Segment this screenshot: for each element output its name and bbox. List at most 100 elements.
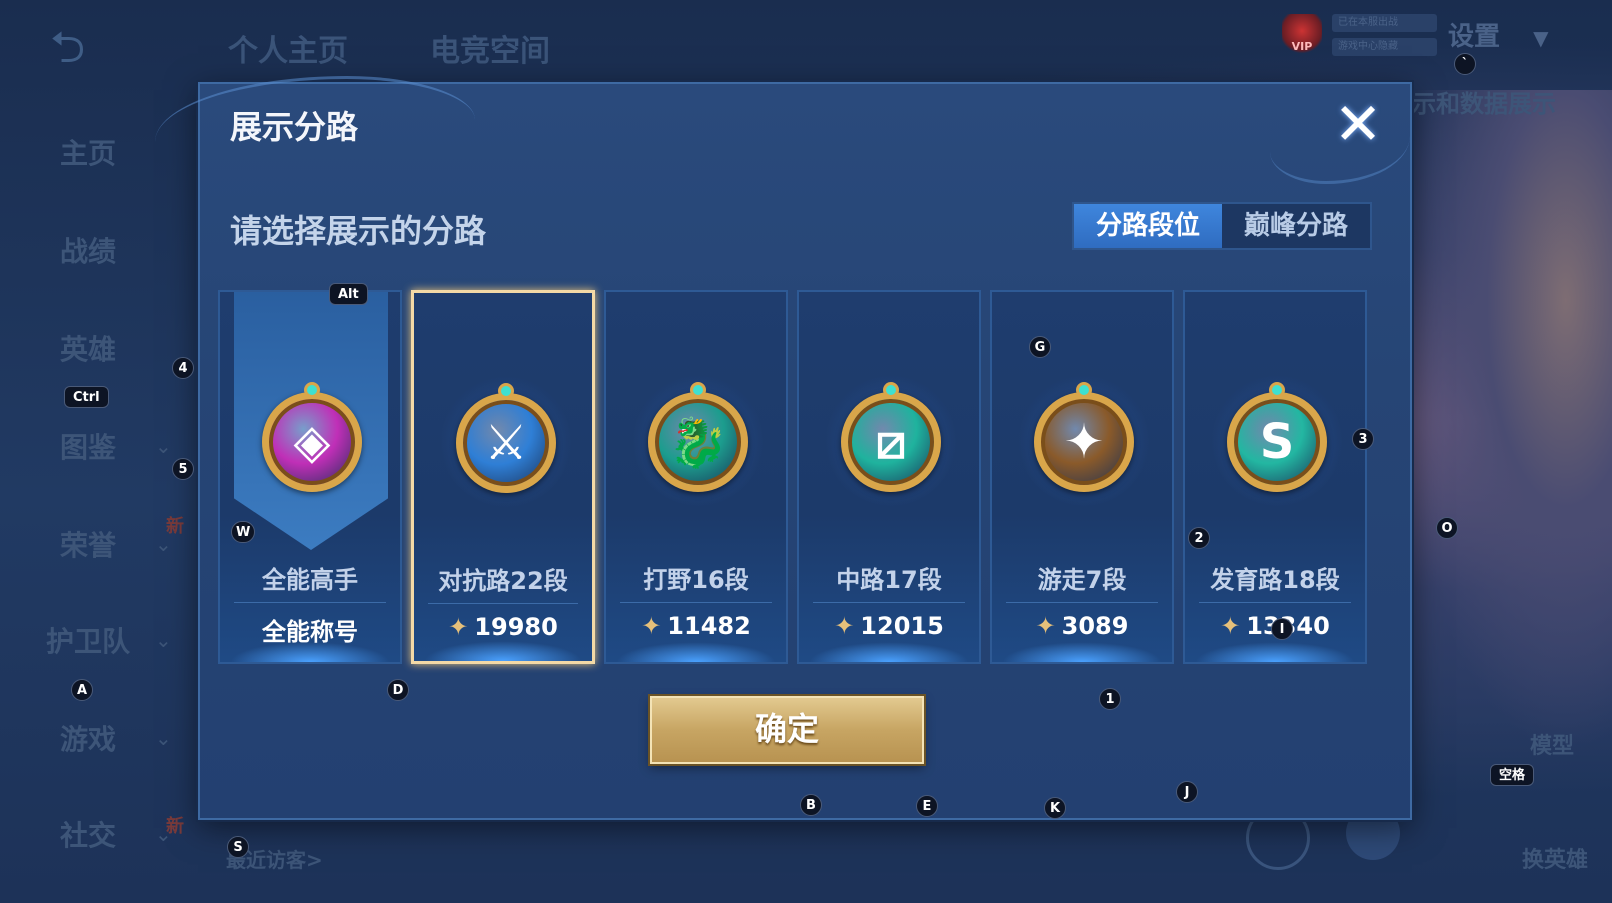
lane-name: 对抗路22段: [438, 567, 568, 595]
chevron-down-icon: ▼: [1533, 26, 1549, 50]
lane-display-dialog: 展示分路 ✕ 请选择展示的分路 分路段位 巅峰分路 ◈ 全能高手 全能称号 ⚔ 对抗路2…: [155, 76, 1412, 820]
confirm-button[interactable]: 确定: [650, 696, 924, 764]
lane-score: ✦ 12015: [799, 612, 979, 640]
lane-card[interactable]: ◈ 全能高手 全能称号: [218, 290, 402, 664]
new-badge-social: 新: [166, 816, 184, 837]
lane-name: 全能高手: [262, 566, 358, 594]
key-hint-badge: O: [1436, 517, 1458, 539]
back-arrow-icon[interactable]: ⮌: [50, 26, 130, 70]
sidebar-item[interactable]: 荣誉: [60, 524, 116, 564]
status-hidden: 游戏中心隐藏: [1332, 38, 1437, 56]
data-display-link[interactable]: 示和数据展示: [1412, 84, 1556, 119]
key-hint-badge: J: [1176, 781, 1198, 803]
card-divider: [234, 602, 386, 603]
lane-card-list: ◈ 全能高手 全能称号 ⚔ 对抗路22段 ✦ 19980 🐉 打野16段 ✦ 11482 ⧄ 中路17段…: [218, 290, 1398, 666]
key-hint-badge: 空格: [1490, 764, 1535, 786]
rank-emblem-icon: 🐉: [648, 392, 748, 492]
lane-name: 中路17段: [836, 566, 942, 594]
key-hint-badge: D: [387, 679, 409, 701]
settings-label: 设置: [1448, 22, 1501, 52]
lane-score: ✦ 11482: [606, 612, 786, 640]
lane-name: 打野16段: [643, 566, 749, 594]
switch-hero-button[interactable]: 换英雄: [1522, 842, 1588, 874]
score-icon: ✦: [834, 612, 855, 640]
emblem-gem: [690, 382, 706, 398]
key-hint-badge: S: [227, 836, 249, 858]
emblem-gem: [304, 382, 320, 398]
key-hint-badge: Ctrl: [64, 386, 109, 408]
dialog-subtitle: 请选择展示的分路: [230, 212, 487, 250]
rank-emblem-icon: ✦: [1034, 392, 1134, 492]
tab-esports-space[interactable]: 电竞空间: [430, 26, 550, 70]
key-hint-badge: A: [71, 679, 93, 701]
sidebar-item[interactable]: 社交: [60, 814, 116, 854]
score-icon: ✦: [448, 613, 469, 641]
score-icon: ✦: [1220, 612, 1241, 640]
sidebar-item[interactable]: 英雄: [60, 328, 116, 368]
card-divider: [1199, 602, 1351, 603]
score-icon: ✦: [1035, 612, 1056, 640]
lane-card[interactable]: ⚔ 对抗路22段 ✦ 19980: [411, 290, 595, 664]
card-glow: [1195, 642, 1355, 662]
lane-score: ✦ 19980: [414, 613, 592, 641]
new-badge-honor: 新: [166, 516, 184, 537]
vip-badge: VIP: [1282, 14, 1322, 56]
card-glow: [1002, 642, 1162, 662]
emblem-gem: [498, 383, 514, 399]
tab-peak-lane[interactable]: 巅峰分路: [1222, 204, 1370, 248]
key-hint-badge: 2: [1188, 527, 1210, 549]
key-hint-badge: I: [1271, 618, 1293, 640]
key-hint-badge: 3: [1352, 428, 1374, 450]
lane-card[interactable]: S发育路18段✦13340: [1183, 290, 1367, 664]
card-divider: [428, 603, 578, 604]
key-hint-badge: Alt: [329, 283, 368, 305]
rank-emblem-icon: S: [1227, 392, 1327, 492]
key-hint-badge: 1: [1099, 688, 1121, 710]
hero-portrait: [1380, 90, 1612, 790]
key-hint-badge: `: [1454, 53, 1476, 75]
key-hint-badge: K: [1044, 797, 1066, 819]
rank-emblem-icon: ⧄: [841, 392, 941, 492]
lane-score-value: 12015: [860, 612, 944, 640]
emblem-gem: [883, 382, 899, 398]
card-glow: [424, 641, 582, 661]
key-hint-badge: B: [800, 794, 822, 816]
key-hint-badge: 5: [172, 458, 194, 480]
rank-emblem-icon: ◈: [262, 392, 362, 492]
sidebar-item[interactable]: 图鉴: [60, 426, 116, 466]
emblem-gem: [1076, 382, 1092, 398]
lane-card[interactable]: 🐉 打野16段 ✦ 11482: [604, 290, 788, 664]
tab-personal-home[interactable]: 个人主页: [228, 26, 348, 70]
card-glow: [230, 642, 390, 662]
card-divider: [813, 602, 965, 603]
lane-card[interactable]: ⧄ 中路17段 ✦ 12015: [797, 290, 981, 664]
model-button[interactable]: 模型: [1530, 728, 1574, 760]
rank-emblem-icon: ⚔: [456, 393, 556, 493]
tab-lane-rank[interactable]: 分路段位: [1074, 204, 1222, 248]
chevron-down-icon[interactable]: ⌄: [155, 434, 172, 458]
sidebar-item[interactable]: 主页: [60, 132, 116, 172]
card-divider: [620, 602, 772, 603]
sidebar-item[interactable]: 战绩: [60, 230, 116, 270]
lane-score-value: 19980: [474, 613, 558, 641]
card-glow: [809, 642, 969, 662]
dialog-title: 展示分路: [230, 108, 359, 146]
emblem-gem: [1269, 382, 1285, 398]
key-hint-badge: W: [231, 521, 256, 543]
chevron-down-icon[interactable]: ⌄: [155, 726, 172, 750]
settings-button[interactable]: 设置 ▼: [1448, 16, 1598, 60]
lane-name: 游走7段: [1037, 566, 1127, 594]
lane-score: ✦ 3089: [992, 612, 1172, 640]
lane-score-value: 11482: [667, 612, 751, 640]
close-icon[interactable]: ✕: [1330, 95, 1386, 153]
lane-card[interactable]: ✦ 游走7段 ✦ 3089: [990, 290, 1174, 664]
key-hint-badge: G: [1029, 336, 1051, 358]
sidebar-item[interactable]: 游戏: [60, 718, 116, 758]
card-divider: [1006, 602, 1158, 603]
lane-score-value: 3089: [1061, 612, 1129, 640]
key-hint-badge: 4: [172, 357, 194, 379]
lane-name: 发育路18段: [1210, 566, 1340, 594]
status-online: 已在本服出战: [1332, 14, 1437, 32]
chevron-down-icon[interactable]: ⌄: [155, 628, 172, 652]
sidebar-item[interactable]: 护卫队: [46, 620, 130, 660]
